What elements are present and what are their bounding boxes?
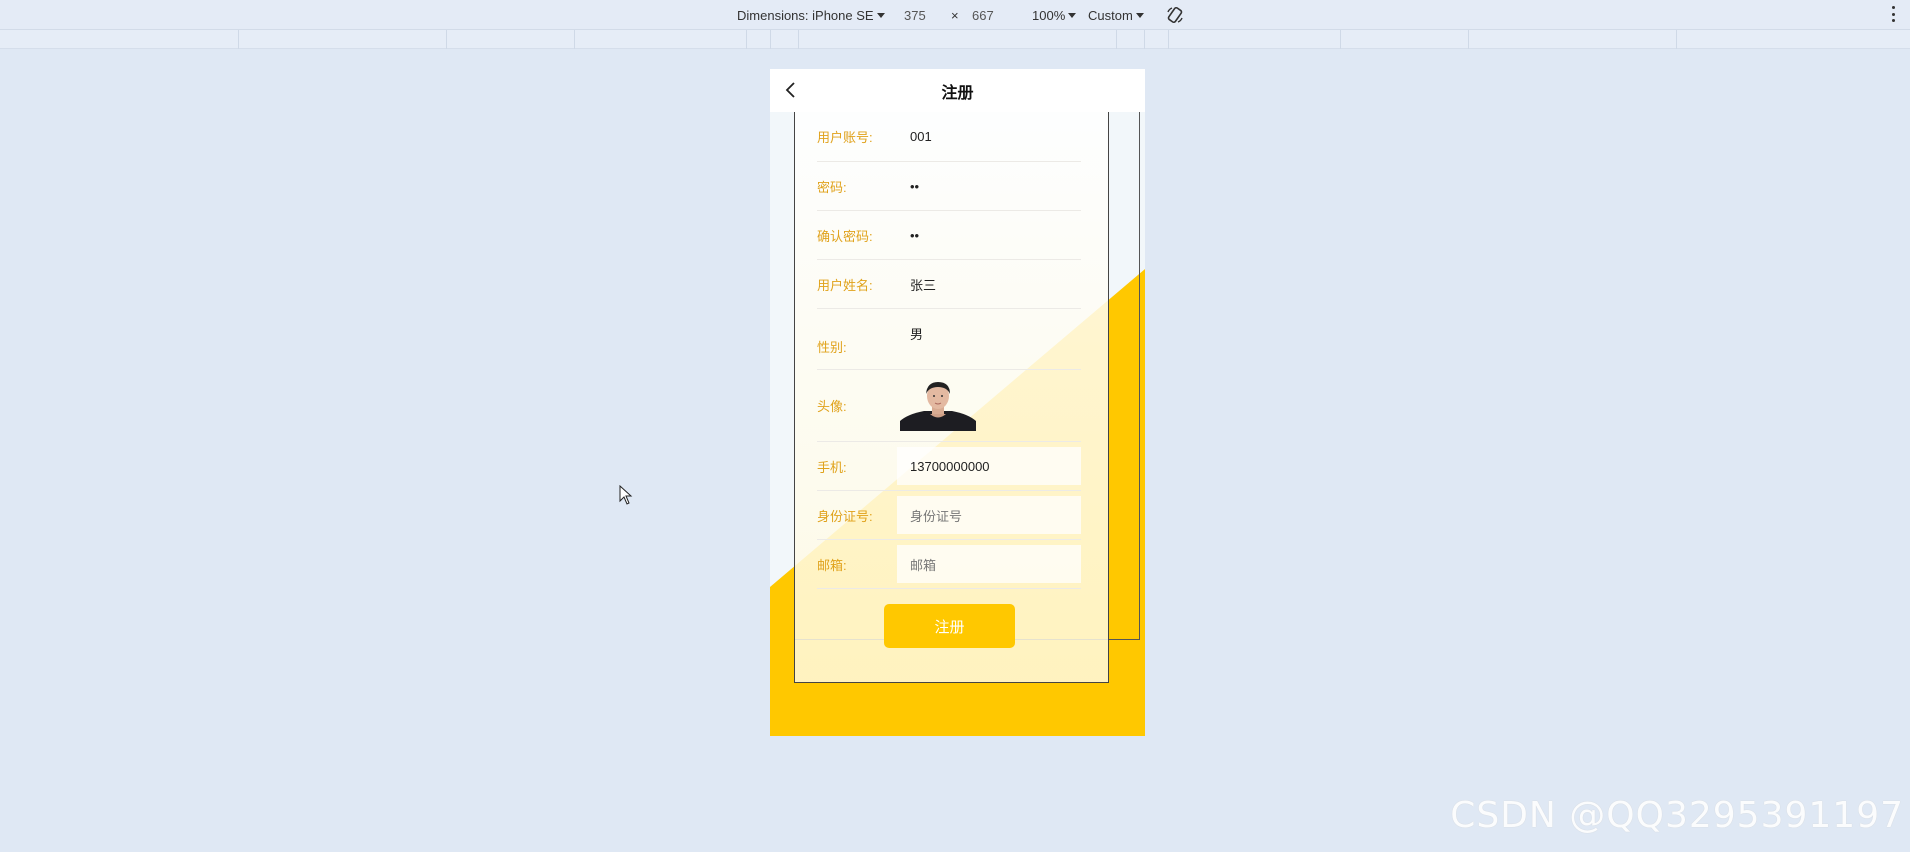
account-label: 用户账号: bbox=[817, 130, 873, 145]
phone-label: 手机: bbox=[817, 459, 847, 475]
caret-down-icon bbox=[876, 12, 885, 18]
name-label: 用户姓名: bbox=[817, 277, 873, 293]
confirm-password-input[interactable]: •• bbox=[897, 228, 919, 243]
height-input[interactable]: 667 bbox=[972, 0, 994, 30]
media-query-ruler bbox=[0, 30, 1910, 49]
device-viewport: 注册 用户账号: 001 密码: •• 确认密码: •• 用户姓名: 张三 性别… bbox=[770, 69, 1145, 736]
devtools-toolbar: Dimensions: iPhone SE 375 × 667 100% Cus… bbox=[0, 0, 1910, 30]
password-label: 密码: bbox=[817, 179, 847, 195]
avatar-label: 头像: bbox=[817, 399, 847, 414]
email-row: 邮箱: 邮箱 bbox=[817, 540, 1081, 589]
rotate-button[interactable] bbox=[1166, 0, 1184, 30]
gender-label: 性别: bbox=[817, 340, 847, 355]
avatar-row: 头像: bbox=[817, 370, 1081, 442]
times-symbol: × bbox=[951, 7, 959, 23]
width-input[interactable]: 375 bbox=[904, 0, 926, 30]
name-row: 用户姓名: 张三 bbox=[817, 260, 1081, 309]
rotate-icon bbox=[1167, 6, 1183, 24]
account-input[interactable]: 001 bbox=[897, 129, 932, 144]
nav-bar: 注册 bbox=[770, 69, 1145, 112]
id-number-label: 身份证号: bbox=[817, 508, 873, 524]
phone-row: 手机: 13700000000 bbox=[817, 442, 1081, 491]
id-number-input[interactable]: 身份证号 bbox=[897, 496, 1081, 534]
confirm-password-label: 确认密码: bbox=[817, 228, 873, 244]
device-label: Dimensions: iPhone SE bbox=[737, 7, 874, 23]
name-input[interactable]: 张三 bbox=[897, 275, 936, 294]
zoom-select[interactable]: 100% bbox=[1032, 0, 1077, 30]
register-button[interactable]: 注册 bbox=[884, 604, 1015, 648]
gender-select[interactable]: 男 bbox=[897, 309, 923, 369]
password-row: 密码: •• bbox=[817, 162, 1081, 211]
page-title: 注册 bbox=[941, 84, 974, 102]
back-arrow-icon[interactable] bbox=[782, 81, 800, 99]
device-select[interactable]: Dimensions: iPhone SE bbox=[737, 0, 885, 30]
id-number-row: 身份证号: 身份证号 bbox=[817, 491, 1081, 540]
caret-down-icon bbox=[1135, 12, 1144, 18]
zoom-label: 100% bbox=[1032, 7, 1066, 23]
gender-row: 性别: 男 bbox=[817, 309, 1081, 370]
throttle-label: Custom bbox=[1088, 7, 1133, 23]
email-input[interactable]: 邮箱 bbox=[897, 545, 1081, 583]
account-row: 用户账号: 001 bbox=[817, 112, 1081, 162]
throttle-select[interactable]: Custom bbox=[1088, 0, 1144, 30]
password-input[interactable]: •• bbox=[897, 179, 919, 194]
avatar-image[interactable] bbox=[900, 381, 976, 431]
phone-input[interactable]: 13700000000 bbox=[897, 447, 1081, 485]
more-vertical-icon[interactable] bbox=[1892, 6, 1896, 22]
watermark: CSDN @QQ3295391197 bbox=[1450, 795, 1904, 836]
confirm-password-row: 确认密码: •• bbox=[817, 211, 1081, 260]
caret-down-icon bbox=[1068, 12, 1077, 18]
cursor-icon bbox=[619, 485, 633, 505]
email-label: 邮箱: bbox=[817, 557, 847, 573]
